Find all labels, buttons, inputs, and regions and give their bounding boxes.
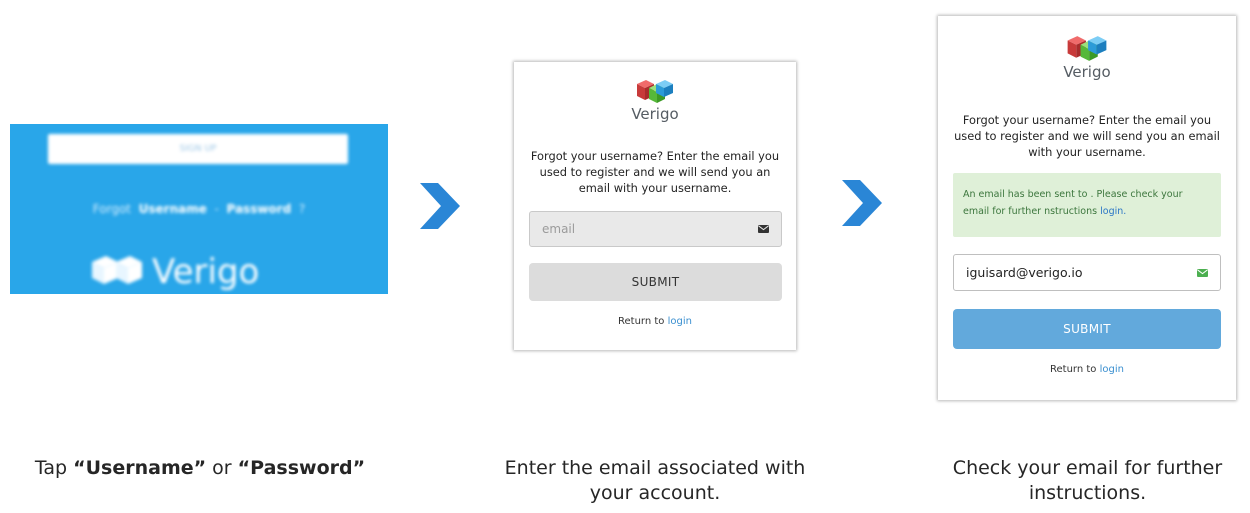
caption1-close-quote-1: ” bbox=[193, 457, 207, 479]
step3-logo-text: Verigo bbox=[1063, 63, 1111, 81]
step3-return-prefix: Return to bbox=[1050, 364, 1097, 375]
step1-password-link[interactable]: Password bbox=[226, 202, 291, 216]
step1-blurred-login-panel: SIGN UP Forgot Username - Password ? Ver… bbox=[10, 124, 388, 294]
step2-forgot-username-card: Verigo Forgot your username? Enter the e… bbox=[514, 62, 796, 350]
caption1-close-quote-2: ” bbox=[352, 457, 366, 479]
caption1-open-quote-1: “ bbox=[73, 457, 86, 479]
step2-logo-text: Verigo bbox=[631, 105, 679, 123]
step1-username-link[interactable]: Username bbox=[139, 202, 207, 216]
step2-logo: Verigo bbox=[514, 78, 796, 123]
step1-signin-button[interactable]: SIGN UP bbox=[48, 134, 348, 164]
verigo-cube-logo-icon bbox=[1067, 36, 1107, 61]
step2-email-input[interactable] bbox=[542, 222, 758, 236]
chevron-right-icon bbox=[420, 183, 460, 229]
step2-caption: Enter the email associated with your acc… bbox=[504, 457, 806, 504]
step1-logo-text: Verigo bbox=[152, 252, 260, 292]
step2-description: Forgot your username? Enter the email yo… bbox=[530, 149, 780, 195]
step2-return-to-login: Return to login bbox=[514, 316, 796, 327]
step1-caption: Tap “Username” or “Password” bbox=[0, 456, 400, 481]
caption1-prefix: Tap bbox=[34, 457, 74, 479]
step3-caption: Check your email for further instruction… bbox=[952, 457, 1223, 504]
step1-separator: - bbox=[214, 202, 219, 216]
caption1-open-quote-2: “ bbox=[237, 457, 251, 479]
step1-question-mark: ? bbox=[298, 202, 306, 216]
step3-alert-login-link[interactable]: login. bbox=[1100, 206, 1126, 217]
step3-alert-text: An email has been sent to . Please check… bbox=[963, 189, 1183, 217]
step2-login-link[interactable]: login bbox=[668, 316, 692, 327]
step2-email-field[interactable] bbox=[529, 211, 782, 247]
caption1-password: Password bbox=[250, 457, 353, 479]
verigo-cube-logo-icon bbox=[637, 80, 673, 103]
step2-submit-button[interactable]: SUBMIT bbox=[529, 263, 782, 301]
step3-submit-button[interactable]: SUBMIT bbox=[953, 309, 1221, 349]
step1-forgot-prefix: Forgot bbox=[92, 202, 131, 216]
step3-email-field[interactable] bbox=[953, 254, 1221, 291]
step1-logo: Verigo bbox=[88, 252, 259, 292]
step3-email-sent-card: Verigo Forgot your username? Enter the e… bbox=[938, 16, 1236, 400]
envelope-icon bbox=[1197, 268, 1208, 277]
verigo-cube-logo-icon bbox=[92, 256, 142, 284]
step1-forgot-links: Forgot Username - Password ? bbox=[10, 202, 388, 216]
caption1-username: Username bbox=[85, 457, 194, 479]
chevron-right-icon bbox=[842, 180, 882, 226]
step3-logo: Verigo bbox=[938, 34, 1236, 81]
step3-success-alert: An email has been sent to . Please check… bbox=[953, 173, 1221, 237]
step3-email-input[interactable] bbox=[966, 265, 1197, 280]
step3-login-link[interactable]: login bbox=[1100, 364, 1124, 375]
caption1-or: or bbox=[206, 457, 238, 479]
step3-return-to-login: Return to login bbox=[938, 364, 1236, 375]
step2-return-prefix: Return to bbox=[618, 316, 665, 327]
envelope-icon bbox=[758, 225, 769, 233]
step3-description: Forgot your username? Enter the email yo… bbox=[954, 113, 1220, 159]
